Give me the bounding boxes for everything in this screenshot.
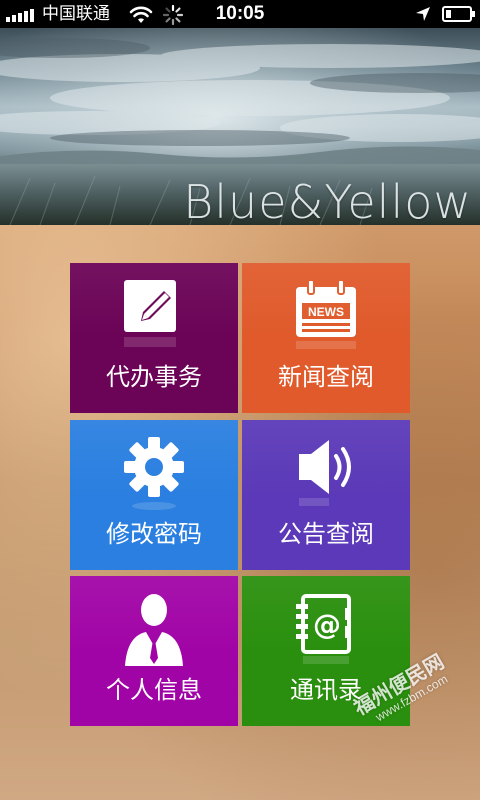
tile-label: 公告查阅 xyxy=(278,520,374,548)
location-arrow-icon xyxy=(414,5,432,28)
gear-icon xyxy=(70,434,238,514)
edit-document-icon xyxy=(70,277,238,357)
header-banner: Blue&Yellow xyxy=(0,28,480,225)
menu-grid: 代办事务 NEWS 新闻查阅 修改密码 公告查阅 个人信息 @ 通讯录 xyxy=(70,263,410,728)
tile-label: 通讯录 xyxy=(290,676,362,704)
tile-news[interactable]: NEWS 新闻查阅 xyxy=(242,263,410,413)
tile-label: 新闻查阅 xyxy=(278,363,374,391)
news-icon-text: NEWS xyxy=(308,305,344,319)
tile-personal-info[interactable]: 个人信息 xyxy=(70,576,238,726)
at-sign-icon-text: @ xyxy=(313,608,341,641)
banner-title: Blue&Yellow xyxy=(183,175,472,225)
tile-label: 修改密码 xyxy=(106,520,202,548)
status-bar: 中国联通 10:05 xyxy=(0,0,480,28)
speaker-icon xyxy=(242,434,410,514)
tile-label: 个人信息 xyxy=(106,676,202,704)
address-book-icon: @ xyxy=(242,590,410,670)
battery-icon xyxy=(442,6,476,27)
news-calendar-icon: NEWS xyxy=(242,277,410,357)
tile-label: 代办事务 xyxy=(106,363,202,391)
tile-change-password[interactable]: 修改密码 xyxy=(70,420,238,570)
user-icon xyxy=(70,590,238,670)
tile-announcements[interactable]: 公告查阅 xyxy=(242,420,410,570)
app-screen: 中国联通 10:05 Blue&Yellow 代办事务 NEWS 新闻查阅 修改… xyxy=(0,0,480,800)
status-time: 10:05 xyxy=(215,3,265,24)
tile-contacts[interactable]: @ 通讯录 xyxy=(242,576,410,726)
tile-pending-tasks[interactable]: 代办事务 xyxy=(70,263,238,413)
